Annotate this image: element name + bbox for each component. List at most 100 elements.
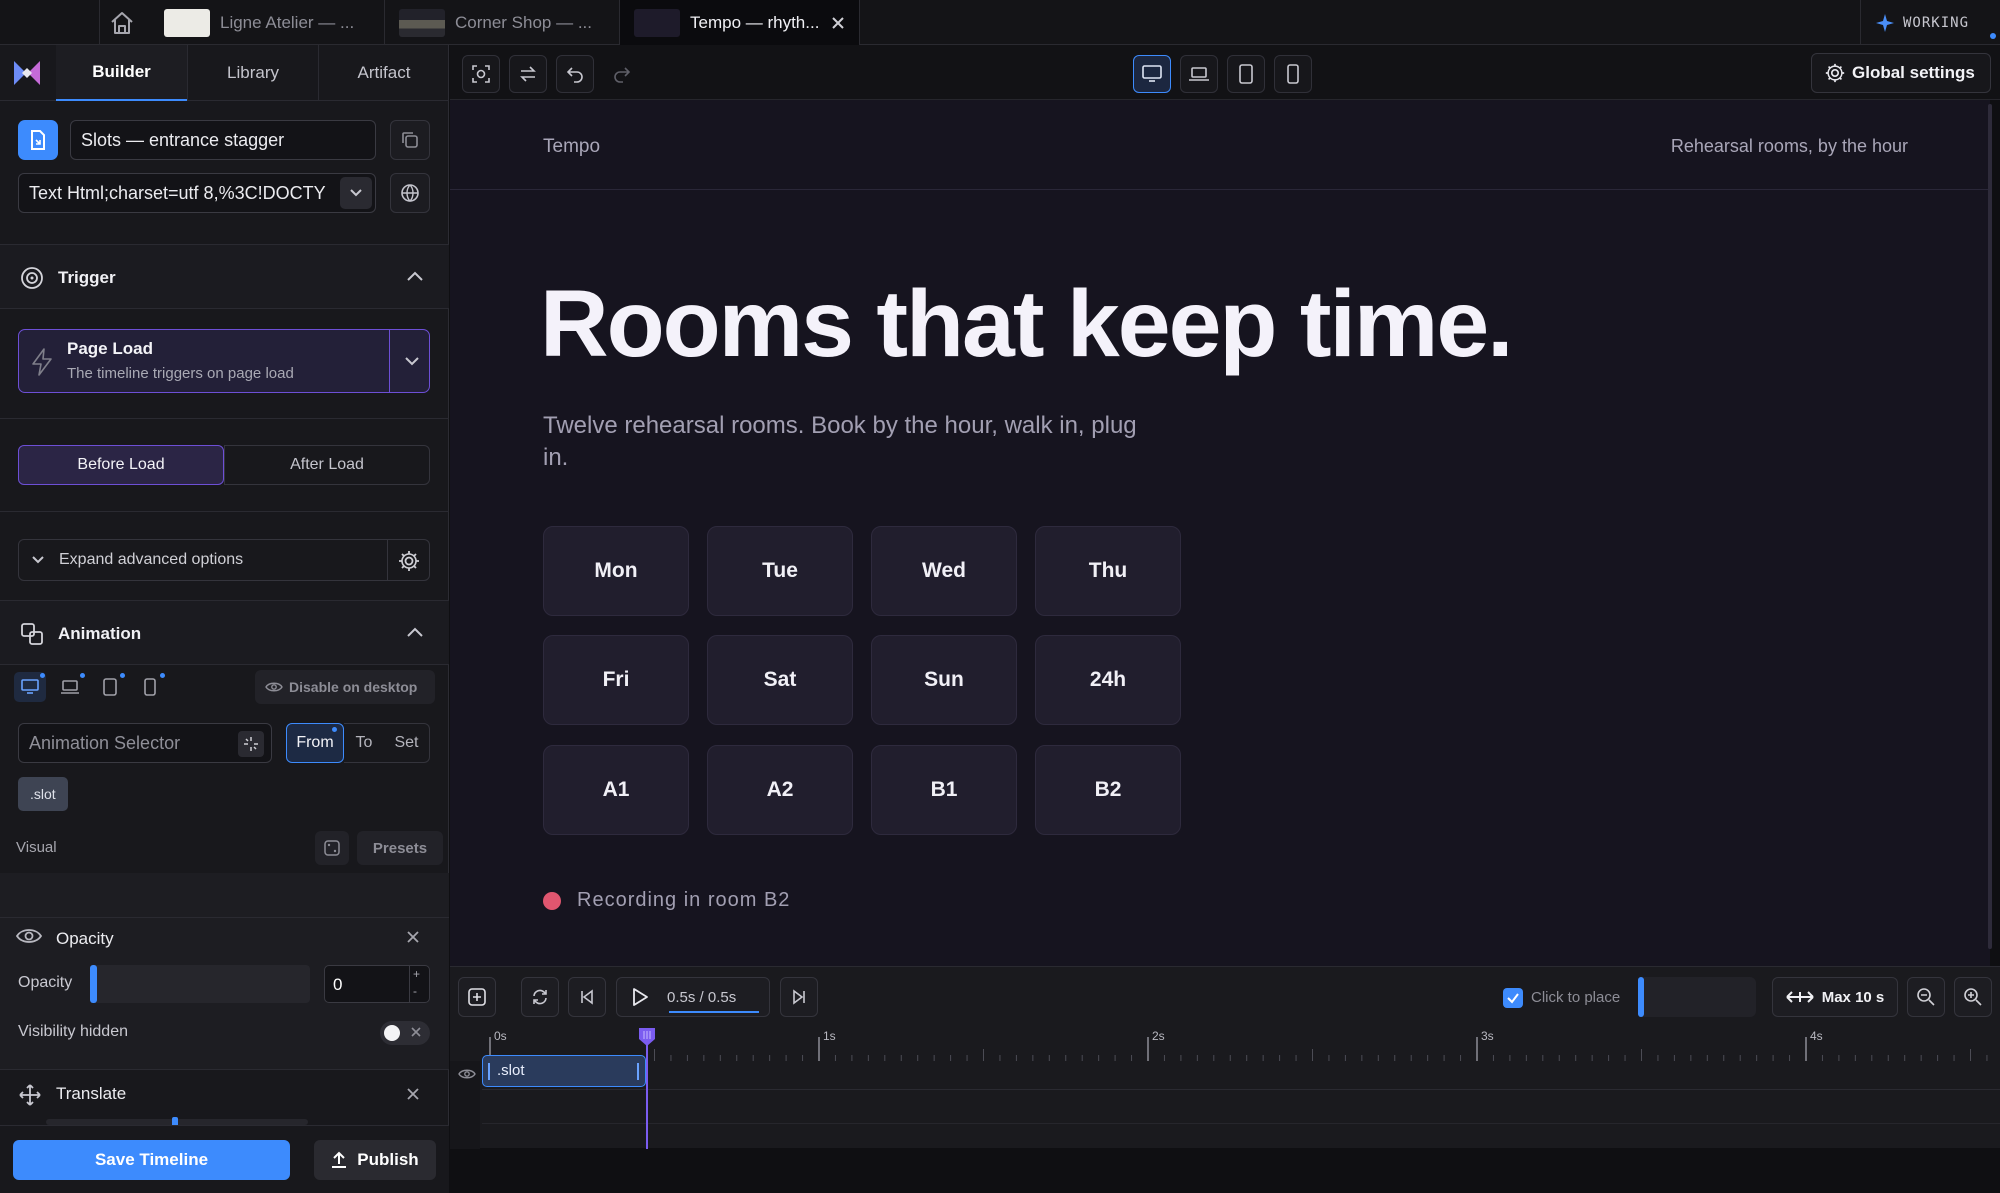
fit-screen-icon[interactable] <box>462 55 500 93</box>
animation-section-header[interactable]: Animation <box>0 601 449 665</box>
remove-translate-icon[interactable] <box>406 1087 420 1101</box>
slot-card[interactable]: B1 <box>871 745 1017 835</box>
clip-end-handle[interactable] <box>637 1063 639 1080</box>
max-duration-button[interactable]: Max 10 s <box>1772 977 1898 1017</box>
tablet-view-icon[interactable] <box>1227 55 1265 93</box>
visibility-hidden-label: Visibility hidden <box>18 1023 128 1040</box>
tab-label: Ligne Atelier — ... <box>220 12 355 32</box>
swap-icon[interactable] <box>509 55 547 93</box>
animation-selector-input[interactable]: Animation Selector <box>18 723 272 763</box>
desktop-breakpoint-icon[interactable] <box>14 672 46 702</box>
mobile-view-icon[interactable] <box>1274 55 1312 93</box>
slot-card[interactable]: 24h <box>1035 635 1181 725</box>
site-headline: Rooms that keep time. <box>540 271 1514 377</box>
click-to-place-checkbox[interactable] <box>1503 988 1523 1008</box>
undo-icon[interactable] <box>556 55 594 93</box>
trigger-type-select[interactable]: Page Load The timeline triggers on page … <box>18 329 430 393</box>
zoom-in-icon[interactable] <box>1954 977 1992 1017</box>
chevron-down-icon[interactable] <box>340 177 372 209</box>
tab-ligne-atelier[interactable]: Ligne Atelier — ... <box>150 0 385 45</box>
after-load-toggle[interactable]: After Load <box>224 445 430 485</box>
gear-icon[interactable] <box>397 549 421 573</box>
save-timeline-button[interactable]: Save Timeline <box>13 1140 290 1180</box>
skip-forward-icon[interactable] <box>780 977 818 1017</box>
visibility-hidden-toggle[interactable] <box>380 1021 430 1045</box>
opacity-slider-handle[interactable] <box>90 965 97 1003</box>
timeline-ruler[interactable]: 0s 1s 2s 3s 4s <box>480 1027 2000 1072</box>
tab-artifact[interactable]: Artifact <box>318 45 449 101</box>
status-indicator: WORKING <box>1860 0 2000 45</box>
chevron-down-icon[interactable] <box>404 356 420 366</box>
globe-icon[interactable] <box>390 173 430 213</box>
playback-control[interactable]: 0.5s / 0.5s <box>616 977 770 1017</box>
disable-on-desktop-button[interactable]: Disable on desktop <box>255 670 435 704</box>
duplicate-icon[interactable] <box>390 120 430 160</box>
zoom-slider-handle[interactable] <box>1638 977 1644 1017</box>
mode-indicator-dot <box>332 727 337 732</box>
playhead-line <box>646 1031 648 1149</box>
skip-back-icon[interactable] <box>568 977 606 1017</box>
presets-button[interactable]: Presets <box>357 831 443 865</box>
track-visibility-icon[interactable] <box>458 1068 476 1080</box>
panel-tab-bar: Builder Library Artifact <box>0 45 449 101</box>
loop-icon[interactable] <box>521 977 559 1017</box>
clip-start-handle[interactable] <box>488 1063 490 1080</box>
tab-tempo[interactable]: Tempo — rhyth... <box>620 0 860 45</box>
remove-opacity-icon[interactable] <box>406 930 420 944</box>
slot-card[interactable]: Mon <box>543 526 689 616</box>
mode-to-button[interactable]: To <box>344 723 384 763</box>
close-tab-icon[interactable] <box>831 16 845 30</box>
zoom-out-icon[interactable] <box>1907 977 1945 1017</box>
selector-chip[interactable]: .slot <box>18 777 68 811</box>
max-duration-label: Max 10 s <box>1821 988 1885 1006</box>
publish-button[interactable]: Publish <box>314 1140 436 1180</box>
trigger-section-header[interactable]: Trigger <box>0 245 449 309</box>
opacity-slider[interactable] <box>90 965 310 1003</box>
canvas-scrollbar[interactable] <box>1988 104 1992 949</box>
slot-card[interactable]: Sun <box>871 635 1017 725</box>
tab-label: Corner Shop — ... <box>455 12 593 32</box>
mode-set-button[interactable]: Set <box>384 723 430 763</box>
timeline-name-field[interactable]: Slots — entrance stagger <box>70 120 376 160</box>
slot-card[interactable]: A2 <box>707 745 853 835</box>
zoom-slider[interactable] <box>1638 977 1756 1017</box>
slot-card[interactable]: B2 <box>1035 745 1181 835</box>
laptop-view-icon[interactable] <box>1180 55 1218 93</box>
page-url-select[interactable]: Text Html;charset=utf 8,%3C!DOCTY <box>18 173 376 213</box>
laptop-breakpoint-icon[interactable] <box>54 672 86 702</box>
global-settings-button[interactable]: Global settings <box>1811 53 1991 93</box>
slot-card[interactable]: Wed <box>871 526 1017 616</box>
site-brand[interactable]: Tempo <box>543 136 600 158</box>
add-track-icon[interactable] <box>458 977 496 1017</box>
slot-card[interactable]: Sat <box>707 635 853 725</box>
clip-label: .slot <box>497 1062 525 1079</box>
slot-card[interactable]: A1 <box>543 745 689 835</box>
desktop-view-icon[interactable] <box>1133 55 1171 93</box>
tab-builder[interactable]: Builder <box>56 45 187 101</box>
playhead-handle[interactable] <box>638 1027 656 1047</box>
tablet-breakpoint-icon[interactable] <box>94 672 126 702</box>
dice-icon[interactable] <box>315 831 349 865</box>
home-icon[interactable] <box>108 10 136 36</box>
eye-icon <box>16 927 42 945</box>
slot-card[interactable]: Tue <box>707 526 853 616</box>
timeline-file-icon[interactable] <box>18 120 58 160</box>
play-icon[interactable] <box>631 987 649 1007</box>
timeline-clip[interactable]: .slot <box>482 1055 646 1087</box>
before-load-toggle[interactable]: Before Load <box>18 445 224 485</box>
ruler-tick-label: 2s <box>1152 1029 1165 1043</box>
tab-corner-shop[interactable]: Corner Shop — ... <box>385 0 620 45</box>
chevron-up-icon[interactable] <box>406 270 424 282</box>
chevron-up-icon[interactable] <box>406 626 424 638</box>
gear-icon <box>1824 62 1846 84</box>
opacity-number-input[interactable]: 0 + - <box>324 965 430 1003</box>
stepper-down-icon[interactable]: - <box>413 984 417 998</box>
selector-picker-icon[interactable] <box>238 731 264 757</box>
slot-card[interactable]: Fri <box>543 635 689 725</box>
tab-library[interactable]: Library <box>187 45 318 101</box>
mobile-breakpoint-icon[interactable] <box>134 672 166 702</box>
redo-icon[interactable] <box>603 55 641 93</box>
stepper-up-icon[interactable]: + <box>413 967 420 981</box>
slot-card[interactable]: Thu <box>1035 526 1181 616</box>
advanced-options-toggle[interactable]: Expand advanced options <box>18 539 430 581</box>
